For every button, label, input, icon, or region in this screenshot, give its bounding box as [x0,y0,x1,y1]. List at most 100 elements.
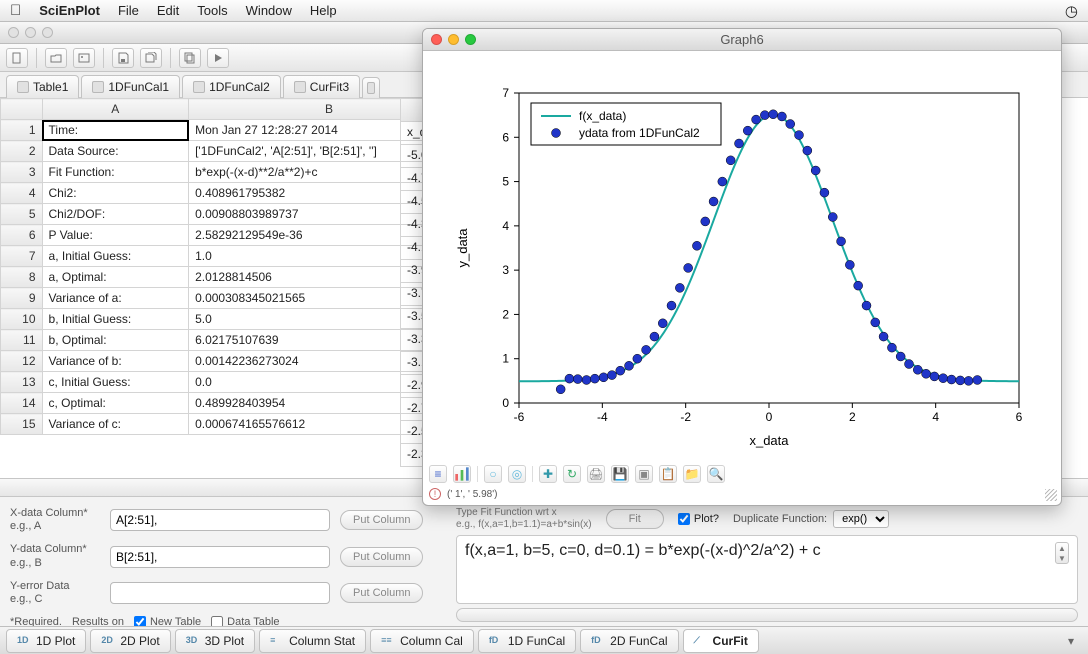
row-header[interactable]: 13 [1,372,43,393]
cell[interactable]: a, Optimal: [42,267,189,288]
bottom-tab-column-stat[interactable]: ≡Column Stat [259,629,366,653]
zoom-icon[interactable] [42,27,53,38]
menu-window[interactable]: Window [246,3,292,18]
cell[interactable]: P Value: [42,225,189,246]
cell[interactable]: Variance of b: [42,351,189,372]
plot-checkbox[interactable]: Plot? [678,513,719,525]
copy-icon[interactable]: ▣ [635,465,653,483]
save-fig-icon[interactable]: 💾 [611,465,629,483]
bottom-tab-curfit[interactable]: ⟋CurFit [683,629,759,653]
cell[interactable]: Chi2: [42,183,189,204]
bottom-tab-2d-plot[interactable]: 2D2D Plot [90,629,170,653]
cell[interactable]: b, Optimal: [42,330,189,351]
cell[interactable]: c, Optimal: [42,393,189,414]
save-icon[interactable] [112,48,134,68]
save-all-icon[interactable] [140,48,162,68]
bottom-tab-3d-plot[interactable]: 3D3D Plot [175,629,255,653]
close-icon[interactable] [431,34,442,45]
tab-table1[interactable]: Table1 [6,75,79,98]
graph-window[interactable]: Graph6 -6-4-2024601234567x_datay_dataf(x… [422,28,1062,506]
tab-icon: fD [489,635,503,647]
new-doc-icon[interactable] [6,48,28,68]
bottom-tabs-overflow-icon[interactable]: ▾ [1060,634,1082,648]
fn-hscroll[interactable] [456,608,1078,622]
row-header[interactable]: 7 [1,246,43,267]
list-icon[interactable]: ≡ [429,465,447,483]
globe2-icon[interactable]: ◎ [508,465,526,483]
row-header[interactable]: 11 [1,330,43,351]
minimize-icon[interactable] [448,34,459,45]
row-header[interactable]: 3 [1,162,43,183]
pan-icon[interactable]: ✚ [539,465,557,483]
open-image-icon[interactable] [73,48,95,68]
cell[interactable]: Data Source: [42,141,189,162]
fit-button[interactable]: Fit [606,509,664,529]
row-header[interactable]: 6 [1,225,43,246]
ycol-input[interactable] [110,546,330,568]
cell[interactable]: Variance of a: [42,288,189,309]
yerr-input[interactable] [110,582,330,604]
row-header[interactable]: 2 [1,141,43,162]
putcol-yerr-button[interactable]: Put Column [340,583,423,603]
row-header[interactable]: 9 [1,288,43,309]
resize-grip-icon[interactable] [1045,489,1057,501]
menu-help[interactable]: Help [310,3,337,18]
row-header[interactable]: 8 [1,267,43,288]
chart-icon[interactable] [453,465,471,483]
bottom-tab-2d-funcal[interactable]: fD2D FunCal [580,629,678,653]
app-name[interactable]: SciEnPlot [39,3,100,18]
svg-text:6: 6 [502,130,509,144]
col-header-a[interactable]: A [42,99,189,120]
tab-1dfuncal1[interactable]: 1DFunCal1 [81,75,180,98]
menu-edit[interactable]: Edit [157,3,179,18]
svg-text:5: 5 [502,175,509,189]
folder-icon[interactable]: 📁 [683,465,701,483]
dup-fn-select[interactable]: exp() [833,510,889,528]
refresh-icon[interactable]: ↻ [563,465,581,483]
print-icon[interactable]: 🖨 [587,465,605,483]
menu-tools[interactable]: Tools [197,3,227,18]
tab-curfit3[interactable]: CurFit3 [283,75,360,98]
close-icon[interactable] [8,27,19,38]
cell[interactable]: a, Initial Guess: [42,246,189,267]
cell[interactable]: Time: [42,120,189,141]
cell[interactable]: c, Initial Guess: [42,372,189,393]
globe-icon[interactable]: ○ [484,465,502,483]
plot-canvas[interactable]: -6-4-2024601234567x_datay_dataf(x_data)y… [449,73,1039,453]
tab-1dfuncal2[interactable]: 1DFunCal2 [182,75,281,98]
open-icon[interactable] [45,48,67,68]
clipboard-icon[interactable]: 📋 [659,465,677,483]
cell[interactable]: Variance of c: [42,414,189,435]
fit-function-input[interactable]: f(x,a=1, b=5, c=0, d=0.1) = b*exp(-(x-d)… [456,535,1078,604]
stepper-icon[interactable]: ▲▼ [1055,542,1069,564]
putcol-x-button[interactable]: Put Column [340,510,423,530]
tab-more[interactable] [362,77,380,98]
row-header[interactable]: 14 [1,393,43,414]
row-header[interactable]: 4 [1,183,43,204]
putcol-y-button[interactable]: Put Column [340,547,423,567]
row-header[interactable]: 12 [1,351,43,372]
row-header[interactable]: 1 [1,120,43,141]
minimize-icon[interactable] [25,27,36,38]
copy-icon[interactable] [179,48,201,68]
zoom-icon[interactable] [465,34,476,45]
bottom-tab-1d-plot[interactable]: 1D1D Plot [6,629,86,653]
clock-icon[interactable]: ◷ [1065,2,1078,20]
row-header[interactable]: 5 [1,204,43,225]
menu-file[interactable]: File [118,3,139,18]
cell[interactable]: b, Initial Guess: [42,309,189,330]
table-icon [367,82,375,94]
cell[interactable]: Chi2/DOF: [42,204,189,225]
xcol-input[interactable] [110,509,330,531]
run-icon[interactable] [207,48,229,68]
info-icon: ! [429,488,441,500]
sheet-corner[interactable] [1,99,43,120]
row-header[interactable]: 10 [1,309,43,330]
bottom-tab-1d-funcal[interactable]: fD1D FunCal [478,629,576,653]
apple-menu-icon[interactable]:  [10,2,21,19]
zoom-icon[interactable]: 🔍 [707,465,725,483]
row-header[interactable]: 15 [1,414,43,435]
bottom-tab-column-cal[interactable]: ≡≡Column Cal [370,629,474,653]
cell[interactable]: Fit Function: [42,162,189,183]
graph-titlebar[interactable]: Graph6 [423,29,1061,51]
